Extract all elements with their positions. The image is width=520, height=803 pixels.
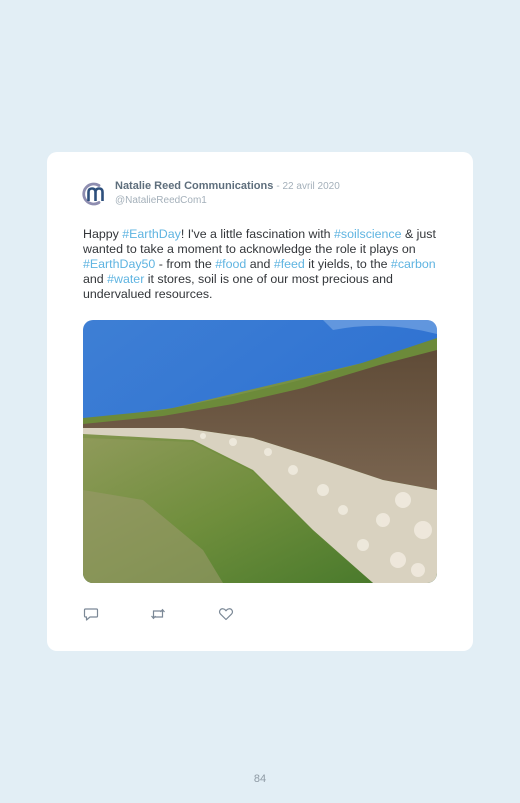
text-segment: and xyxy=(83,272,108,286)
text-segment: Happy xyxy=(83,227,123,241)
retweet-icon[interactable] xyxy=(150,606,166,622)
reply-icon[interactable] xyxy=(83,606,99,622)
page-number: 84 xyxy=(253,773,267,785)
tweet-photo[interactable] xyxy=(83,320,437,583)
author-line: Natalie Reed Communications - 22 avril 2… xyxy=(115,180,340,192)
tweet-actions xyxy=(83,606,283,622)
tweet-text: Happy #EarthDay! I've a little fascinati… xyxy=(83,227,441,302)
hashtag-food[interactable]: #food xyxy=(215,257,246,271)
author-handle[interactable]: @NatalieReedCom1 xyxy=(115,195,207,206)
heart-icon[interactable] xyxy=(218,606,234,622)
text-segment: it yields, to the xyxy=(304,257,391,271)
tweet-date[interactable]: - 22 avril 2020 xyxy=(276,181,339,192)
author-name[interactable]: Natalie Reed Communications xyxy=(115,180,273,192)
hashtag-soilscience[interactable]: #soilscience xyxy=(334,227,402,241)
hashtag-water[interactable]: #water xyxy=(107,272,144,286)
soil-wall-photo xyxy=(83,320,437,583)
hashtag-feed[interactable]: #feed xyxy=(274,257,305,271)
hashtag-carbon[interactable]: #carbon xyxy=(391,257,436,271)
hashtag-earthday50[interactable]: #EarthDay50 xyxy=(83,257,155,271)
text-segment: - from the xyxy=(155,257,216,271)
text-segment: and xyxy=(246,257,274,271)
hashtag-earthday[interactable]: #EarthDay xyxy=(122,227,181,241)
tweet-card: Natalie Reed Communications - 22 avril 2… xyxy=(47,152,473,651)
avatar[interactable] xyxy=(82,181,104,207)
text-segment: ! I've a little fascination with xyxy=(180,227,335,241)
